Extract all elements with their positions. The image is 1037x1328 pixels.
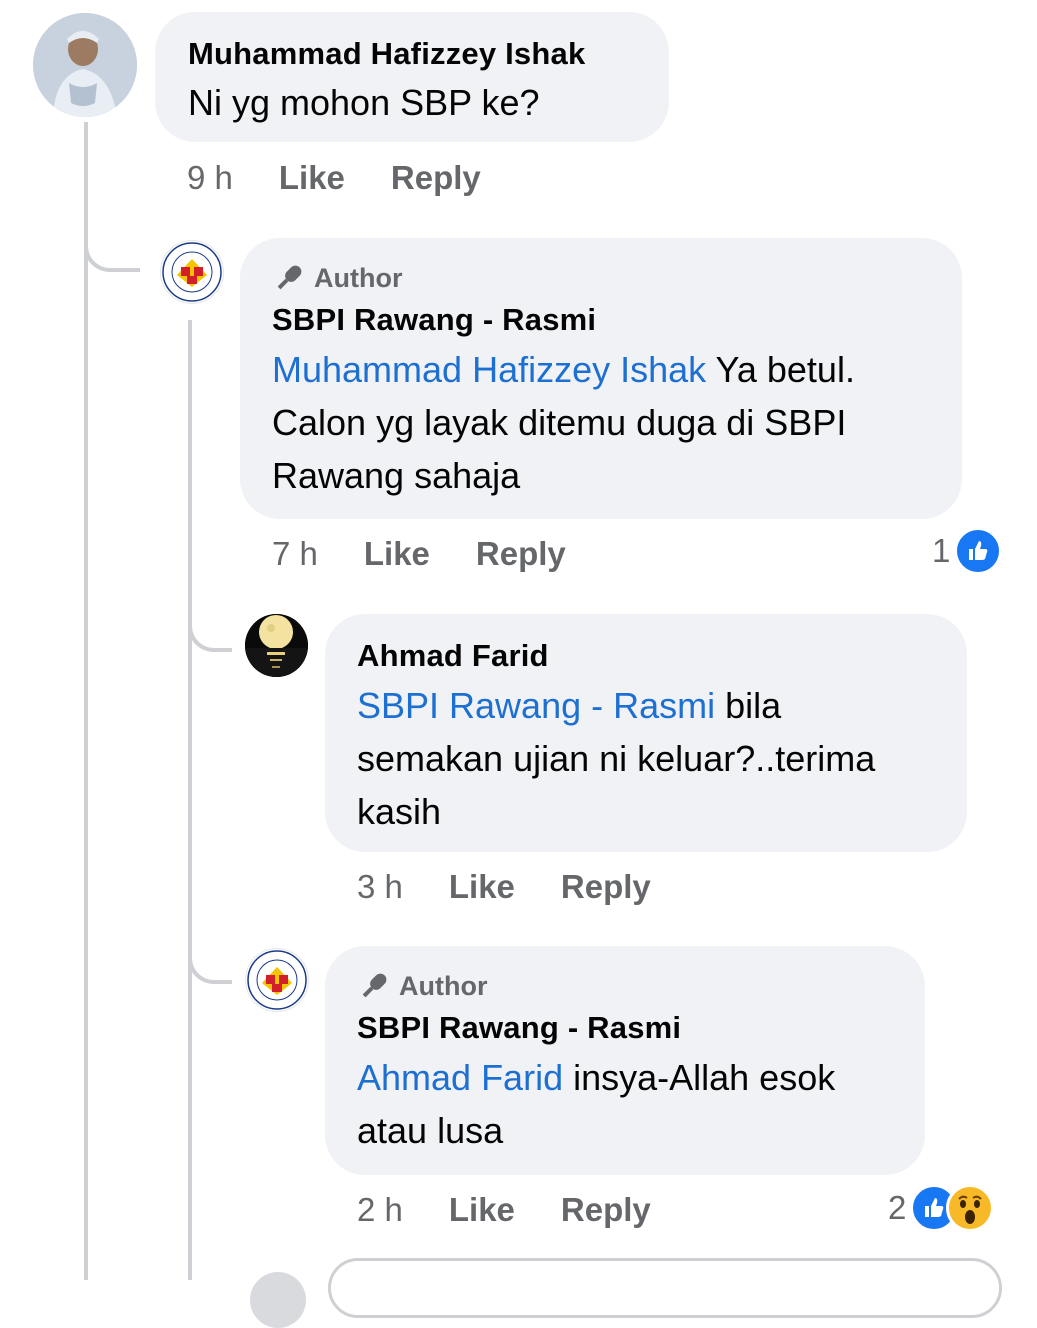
thread-connector: [188, 920, 232, 984]
mic-icon: [277, 265, 302, 290]
reply-input-bubble[interactable]: [328, 1258, 1002, 1318]
thread-connector: [188, 590, 232, 652]
moon-photo-icon: [245, 614, 308, 677]
comment-text: Ahmad Farid insya-Allah esok atau lusa: [357, 1051, 893, 1157]
wow-icon: [946, 1184, 995, 1232]
reply-button[interactable]: Reply: [561, 868, 651, 906]
school-logo-icon: [247, 950, 307, 1010]
mic-icon: [362, 973, 387, 998]
comment-bubble: Author SBPI Rawang - Rasmi Ahmad Farid i…: [325, 946, 925, 1175]
commenter-name[interactable]: SBPI Rawang - Rasmi: [272, 300, 930, 340]
author-badge: Author: [357, 968, 893, 1004]
comment-text: Muhammad Hafizzey Ishak Ya betul. Calon …: [272, 343, 930, 502]
thread-line-replies: [188, 320, 192, 1280]
author-label: Author: [399, 970, 488, 1001]
like-icon: [954, 527, 1003, 575]
like-button[interactable]: Like: [449, 1191, 515, 1229]
reaction-summary[interactable]: 2: [888, 1184, 995, 1232]
comment-timestamp[interactable]: 9 h: [187, 159, 233, 197]
comment-actions: 3 h Like Reply: [357, 865, 651, 909]
commenter-name[interactable]: Ahmad Farid: [357, 636, 935, 676]
reply-button[interactable]: Reply: [391, 159, 481, 197]
comment-text: SBPI Rawang - Rasmi bila semakan ujian n…: [357, 679, 935, 838]
commenter-name[interactable]: SBPI Rawang - Rasmi: [357, 1008, 893, 1048]
comment-actions: 2 h Like Reply: [357, 1188, 651, 1232]
mention-link[interactable]: Ahmad Farid: [357, 1057, 563, 1098]
mention-link[interactable]: Muhammad Hafizzey Ishak: [272, 349, 706, 390]
reaction-summary[interactable]: 1: [932, 527, 1003, 575]
commenter-name[interactable]: Muhammad Hafizzey Ishak: [188, 34, 637, 74]
avatar[interactable]: [245, 614, 308, 677]
comment-actions: 9 h Like Reply: [187, 156, 481, 200]
comment-timestamp[interactable]: 7 h: [272, 535, 318, 573]
comment-bubble: Muhammad Hafizzey Ishak Ni yg mohon SBP …: [155, 12, 669, 142]
thread-connector: [84, 200, 140, 272]
reply-button[interactable]: Reply: [561, 1191, 651, 1229]
like-button[interactable]: Like: [449, 868, 515, 906]
comment-text: Ni yg mohon SBP ke?: [188, 82, 540, 123]
profile-photo-icon: [33, 13, 137, 117]
author-badge: Author: [272, 260, 930, 296]
avatar[interactable]: [33, 13, 137, 117]
avatar[interactable]: [245, 948, 309, 1012]
reply-button[interactable]: Reply: [476, 535, 566, 573]
author-label: Author: [314, 262, 403, 293]
comment-bubble: Author SBPI Rawang - Rasmi Muhammad Hafi…: [240, 238, 962, 519]
thread-line-main: [84, 122, 88, 1280]
reaction-count: 1: [932, 532, 951, 569]
avatar[interactable]: [160, 240, 224, 304]
comment-timestamp[interactable]: 2 h: [357, 1191, 403, 1229]
school-logo-icon: [162, 242, 222, 302]
mention-link[interactable]: SBPI Rawang - Rasmi: [357, 685, 715, 726]
comment-actions: 7 h Like Reply: [272, 532, 566, 576]
avatar: [250, 1272, 306, 1328]
like-button[interactable]: Like: [279, 159, 345, 197]
like-button[interactable]: Like: [364, 535, 430, 573]
comment-bubble: Ahmad Farid SBPI Rawang - Rasmi bila sem…: [325, 614, 967, 852]
reaction-count: 2: [888, 1189, 907, 1226]
comment-timestamp[interactable]: 3 h: [357, 868, 403, 906]
